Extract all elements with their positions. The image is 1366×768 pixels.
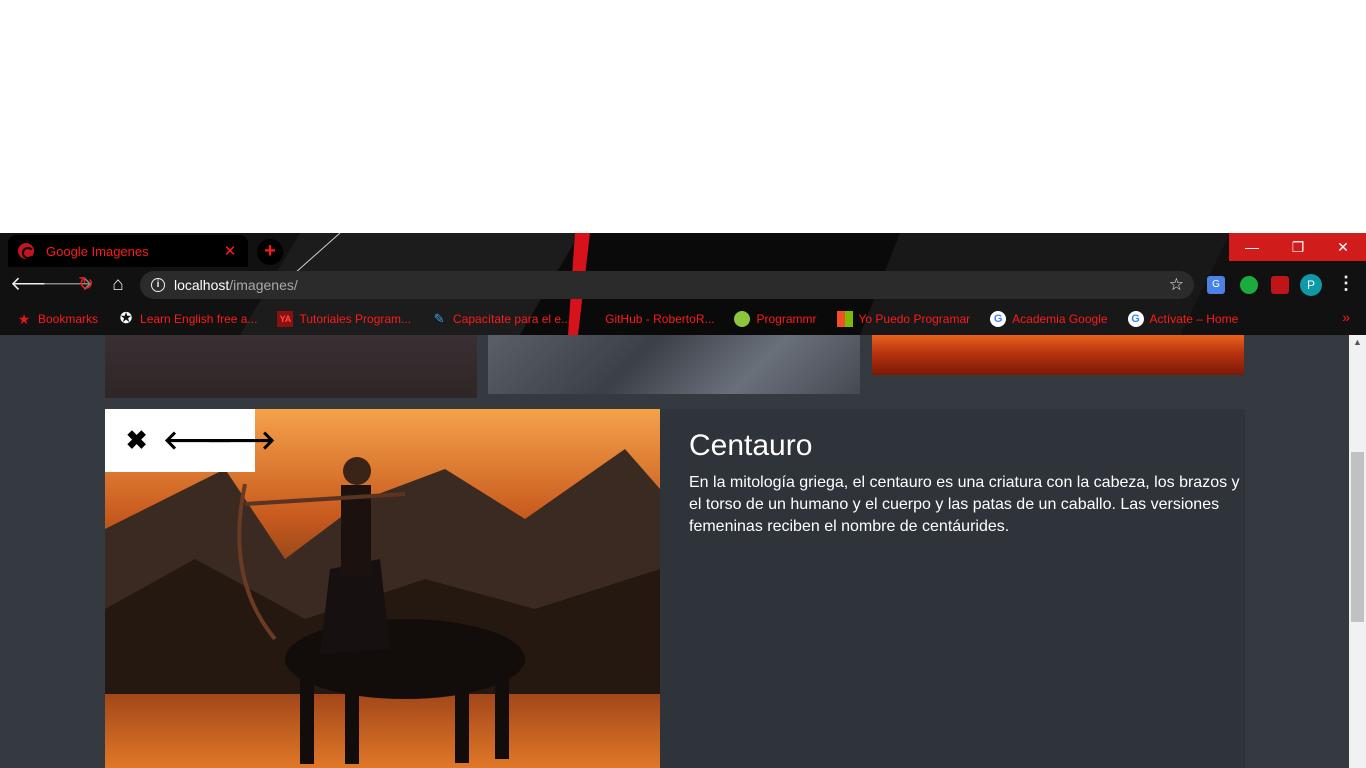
browser-toolbar: 🡐 🡒 ↻ ⌂ i localhost/imagenes/ ☆ G P ⋮ <box>0 267 1366 303</box>
google-icon: G <box>990 311 1007 327</box>
menu-dots-icon[interactable]: ⋮ <box>1337 273 1355 294</box>
vertical-scrollbar[interactable]: ▲ <box>1349 335 1366 768</box>
bookmark-item[interactable]: GitHub - RobertoR... <box>605 311 714 327</box>
profile-avatar[interactable]: P <box>1300 274 1322 296</box>
blank-area <box>0 0 1366 233</box>
bookmarks-overflow-icon[interactable]: » <box>1342 309 1350 325</box>
scrollbar-thumb[interactable] <box>1351 452 1364 622</box>
minimize-button[interactable]: — <box>1229 233 1275 261</box>
ya-icon: YA <box>277 311 294 327</box>
maximize-button[interactable]: ❐ <box>1275 233 1321 261</box>
bookmark-item[interactable]: Programmr <box>734 311 817 327</box>
gallery-thumbnail[interactable] <box>105 335 477 398</box>
programmr-icon <box>734 311 751 327</box>
image-detail-panel: ✖ 🡐 🡒 Centauro En la mitología griega, e… <box>105 409 1245 768</box>
image-title: Centauro <box>689 429 813 462</box>
new-tab-button[interactable]: + <box>257 239 283 265</box>
scroll-up-icon[interactable]: ▲ <box>1349 337 1366 351</box>
bookmarks-bar: ★ Bookmarks ✪ Learn English free a... YA… <box>0 303 1366 335</box>
centaur-image: ✖ 🡐 🡒 <box>105 409 660 768</box>
bookmark-item[interactable]: YA Tutoriales Program... <box>277 311 411 327</box>
browser-chrome: Google Imagenes ✕ + — ❐ ✕ 🡐 🡒 ↻ ⌂ i loca… <box>0 233 1366 335</box>
gallery-thumbnail[interactable] <box>872 335 1244 375</box>
close-window-button[interactable]: ✕ <box>1320 233 1366 261</box>
arrow-right-icon[interactable]: 🡒 <box>206 425 276 456</box>
microsoft-icon <box>836 311 853 327</box>
chrome-favicon-icon <box>18 243 34 259</box>
bookmark-item[interactable]: G Actívate – Home <box>1127 311 1238 327</box>
forward-arrow-icon[interactable]: 🡒 <box>42 273 93 297</box>
reload-icon[interactable]: ↻ <box>74 273 98 297</box>
google-icon: G <box>1127 311 1144 327</box>
arrow-left-icon[interactable]: 🡐 <box>163 425 233 456</box>
image-controls: ✖ 🡐 🡒 <box>105 409 276 472</box>
tab-strip: Google Imagenes ✕ + — ❐ ✕ <box>0 233 1366 267</box>
tab-google-imagenes[interactable]: Google Imagenes ✕ <box>8 235 248 267</box>
bookmark-item[interactable]: ✪ Learn English free a... <box>118 310 258 327</box>
extension-puzzle-icon[interactable] <box>1271 276 1289 294</box>
tab-close-icon[interactable]: ✕ <box>222 242 238 260</box>
bookmark-item[interactable]: ★ Bookmarks <box>16 311 98 327</box>
url-host: localhost <box>174 277 230 293</box>
info-icon[interactable]: i <box>151 278 165 292</box>
url-path: /imagenes/ <box>229 277 298 293</box>
back-arrow-icon[interactable]: 🡐 <box>10 273 61 297</box>
close-icon[interactable]: ✖ <box>120 425 154 456</box>
bookmark-item[interactable]: G Academia Google <box>990 311 1108 327</box>
image-description: En la mitología griega, el centauro es u… <box>689 474 1240 535</box>
bookmark-item[interactable]: ✎ Capacítate para el e... <box>431 311 572 327</box>
evernote-extension-icon[interactable] <box>1240 276 1258 294</box>
bookmark-star-icon[interactable]: ☆ <box>1169 275 1184 295</box>
tab-title: Google Imagenes <box>46 243 149 259</box>
page-content: ✖ 🡐 🡒 Centauro En la mitología griega, e… <box>0 335 1366 768</box>
home-icon[interactable]: ⌂ <box>106 273 130 297</box>
gallery-thumbnail[interactable] <box>488 335 860 394</box>
edit-icon: ✎ <box>433 311 445 326</box>
translate-extension-icon[interactable]: G <box>1207 276 1225 294</box>
star-badge-icon: ✪ <box>119 310 133 327</box>
address-bar[interactable]: i localhost/imagenes/ ☆ <box>140 271 1194 299</box>
bookmark-item[interactable]: Yo Puedo Programar <box>836 311 970 327</box>
star-icon: ★ <box>17 311 31 327</box>
